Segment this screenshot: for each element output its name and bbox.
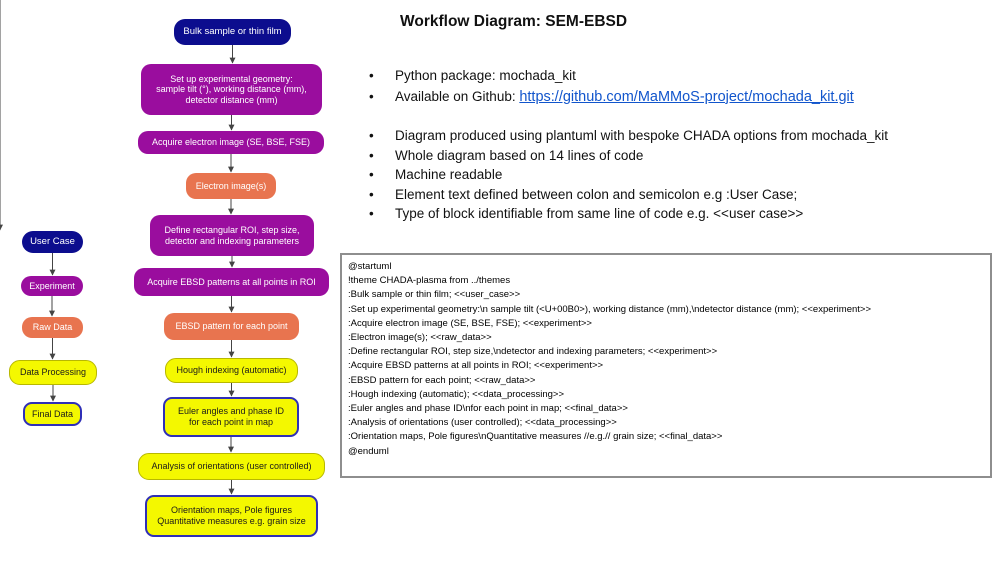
plantuml-code-box: @startuml !theme CHADA-plasma from ../th…: [340, 253, 992, 478]
flow-step-euler-angles: Euler angles and phase ID for each point…: [163, 397, 299, 437]
bullet-item-github: • Available on Github: https://github.co…: [369, 86, 854, 108]
flow-step-analysis-orientations: Analysis of orientations (user controlle…: [138, 453, 325, 480]
legend-data-processing: Data Processing: [9, 360, 97, 385]
bullet-text: Available on Github:: [395, 88, 520, 104]
flow-step-acquire-electron-image: Acquire electron image (SE, BSE, FSE): [138, 131, 324, 154]
bullet-text: Element text defined between colon and s…: [395, 186, 798, 202]
flow-step-ebsd-pattern: EBSD pattern for each point: [164, 313, 299, 340]
bullet-item: • Element text defined between colon and …: [369, 185, 888, 205]
code-line: :Acquire electron image (SE, BSE, FSE); …: [348, 317, 592, 329]
github-link[interactable]: https://github.com/MaMMoS-project/mochad…: [519, 89, 853, 105]
legend-user-case: User Case: [22, 231, 83, 253]
legend-arrows: [0, 0, 56, 402]
bullet-dot: •: [369, 88, 374, 104]
code-line: @enduml: [348, 445, 389, 457]
bullet-item: • Type of block identifiable from same li…: [369, 204, 888, 224]
bullet-text: Whole diagram based on 14 lines of code: [395, 147, 644, 163]
code-line: :Bulk sample or thin film; <<user_case>>: [348, 289, 521, 301]
flow-step-electron-images: Electron image(s): [186, 173, 276, 199]
bullet-list-package: • Python package: mochada_kit • Availabl…: [369, 66, 854, 108]
legend-experiment: Experiment: [21, 276, 83, 296]
code-line: :Set up experimental geometry:\n sample …: [348, 303, 871, 315]
bullet-dot: •: [369, 68, 374, 83]
bullet-item: • Diagram produced using plantuml with be…: [369, 126, 888, 146]
code-line: :Define rectangular ROI, step size,\ndet…: [348, 346, 718, 358]
flow-step-orientation-maps: Orientation maps, Pole figures Quantitat…: [145, 495, 318, 537]
code-line: :EBSD pattern for each point; <<raw_data…: [348, 374, 536, 386]
bullet-list-details: • Diagram produced using plantuml with be…: [369, 126, 888, 224]
code-line: :Electron image(s); <<raw_data>>: [348, 332, 492, 344]
code-line: :Acquire EBSD patterns at all points in …: [348, 360, 604, 372]
code-line: !theme CHADA-plasma from ../themes: [348, 275, 511, 287]
bullet-text: Diagram produced using plantuml with bes…: [395, 128, 889, 143]
flow-step-acquire-ebsd: Acquire EBSD patterns at all points in R…: [134, 268, 329, 296]
bullet-item: • Whole diagram based on 14 lines of code: [369, 146, 888, 166]
bullet-dot: •: [369, 186, 374, 202]
bullet-text: Type of block identifiable from same lin…: [395, 206, 804, 221]
code-line: :Analysis of orientations (user controll…: [348, 417, 617, 429]
flow-step-hough-indexing: Hough indexing (automatic): [165, 358, 298, 383]
legend-raw-data: Raw Data: [22, 317, 83, 338]
bullet-item: • Machine readable: [369, 165, 888, 185]
legend-final-data: Final Data: [23, 402, 82, 426]
bullet-dot: •: [369, 128, 374, 143]
code-line: :Hough indexing (automatic); <<data_proc…: [348, 388, 564, 400]
code-line: :Euler angles and phase ID\nfor each poi…: [348, 403, 628, 415]
flow-step-setup-geometry: Set up experimental geometry: sample til…: [141, 64, 322, 115]
bullet-dot: •: [369, 206, 374, 221]
bullet-text: Machine readable: [395, 167, 503, 182]
code-line: :Orientation maps, Pole figures\nQuantit…: [348, 431, 723, 443]
diagram-title: Workflow Diagram: SEM-EBSD: [400, 13, 628, 30]
bullet-text: Python package: mochada_kit: [395, 68, 576, 83]
code-line: @startuml: [348, 261, 392, 272]
bullet-dot: •: [369, 167, 374, 182]
flow-step-bulk-sample: Bulk sample or thin film: [174, 19, 291, 45]
bullet-item-package: • Python package: mochada_kit: [369, 66, 854, 86]
flow-step-define-roi: Define rectangular ROI, step size, detec…: [150, 215, 314, 256]
bullet-dot: •: [369, 147, 374, 163]
